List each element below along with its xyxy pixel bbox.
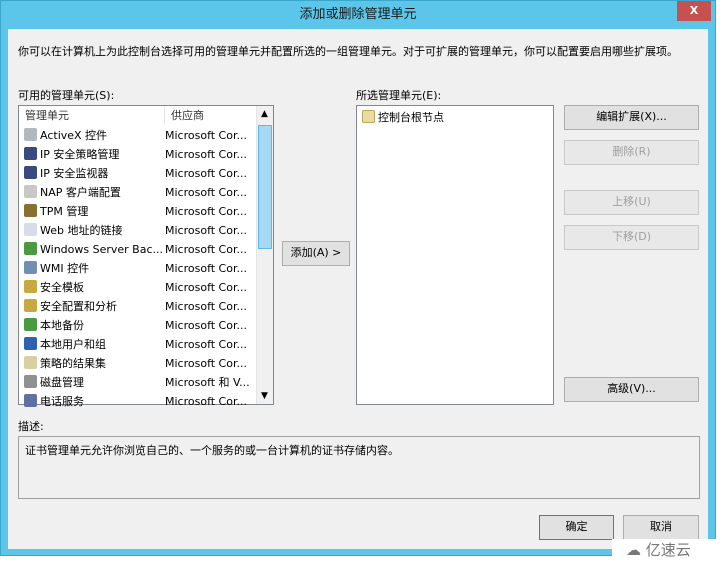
move-down-button[interactable]: 下移(D): [564, 225, 699, 250]
item-vendor: Microsoft Cor...: [165, 224, 247, 237]
item-name: ActiveX 控件: [40, 129, 108, 142]
item-vendor: Microsoft Cor...: [165, 148, 247, 161]
item-name: IP 安全监视器: [40, 167, 109, 180]
rsop-icon: [24, 356, 37, 369]
list-item[interactable]: 本地备份 Microsoft Cor...: [19, 316, 257, 335]
list-item[interactable]: WMI 控件 Microsoft Cor...: [19, 259, 257, 278]
list-item[interactable]: TPM 管理 Microsoft Cor...: [19, 202, 257, 221]
telephony-icon: [24, 394, 37, 407]
item-name: 电话服务: [40, 395, 84, 408]
advanced-button[interactable]: 高级(V)...: [564, 377, 699, 402]
list-item[interactable]: ActiveX 控件 Microsoft Cor...: [19, 126, 257, 145]
item-vendor: Microsoft Cor...: [165, 167, 247, 180]
item-name: 安全模板: [40, 281, 84, 294]
item-name: Web 地址的链接: [40, 224, 123, 237]
ok-button[interactable]: 确定: [539, 515, 614, 540]
activex-icon: [24, 128, 37, 141]
wmi-icon: [24, 261, 37, 274]
list-item[interactable]: 策略的结果集 Microsoft Cor...: [19, 354, 257, 373]
item-vendor: Microsoft Cor...: [165, 357, 247, 370]
close-button[interactable]: X: [677, 1, 711, 21]
web-link-icon: [24, 223, 37, 236]
cancel-button[interactable]: 取消: [623, 515, 699, 540]
local-backup-icon: [24, 318, 37, 331]
intro-text: 你可以在计算机上为此控制台选择可用的管理单元并配置所选的一组管理单元。对于可扩展…: [18, 45, 678, 58]
list-item[interactable]: NAP 客户端配置 Microsoft Cor...: [19, 183, 257, 202]
description-label: 描述:: [18, 420, 44, 433]
scroll-up-icon[interactable]: ▲: [261, 109, 268, 119]
column-header-vendor[interactable]: 供应商: [165, 106, 257, 125]
watermark-logo: ☁ 亿速云: [612, 539, 722, 562]
item-name: 策略的结果集: [40, 357, 106, 370]
item-name: TPM 管理: [40, 205, 89, 218]
dialog-body: 你可以在计算机上为此控制台选择可用的管理单元并配置所选的一组管理单元。对于可扩展…: [8, 29, 708, 549]
item-vendor: Microsoft Cor...: [165, 300, 247, 313]
item-vendor: Microsoft Cor...: [165, 243, 247, 256]
item-vendor: Microsoft 和 V...: [165, 376, 250, 389]
dialog-window: 添加或删除管理单元 X 你可以在计算机上为此控制台选择可用的管理单元并配置所选的…: [0, 0, 716, 556]
list-item[interactable]: 磁盘管理 Microsoft 和 V...: [19, 373, 257, 392]
users-icon: [24, 337, 37, 350]
item-vendor: Microsoft Cor...: [165, 319, 247, 332]
item-vendor: Microsoft Cor...: [165, 262, 247, 275]
cloud-logo-icon: ☁: [626, 541, 646, 559]
list-item[interactable]: Web 地址的链接 Microsoft Cor...: [19, 221, 257, 240]
item-name: 磁盘管理: [40, 376, 84, 389]
ip-security-icon: [24, 147, 37, 160]
item-vendor: Microsoft Cor...: [165, 338, 247, 351]
description-box: 证书管理单元允许你浏览自己的、一个服务的或一台计算机的证书存储内容。: [18, 436, 700, 499]
item-vendor: Microsoft Cor...: [165, 395, 247, 408]
dialog-title: 添加或删除管理单元: [299, 7, 417, 22]
item-name: 控制台根节点: [378, 111, 444, 124]
add-button[interactable]: 添加(A) >: [282, 241, 350, 266]
disk-icon: [24, 375, 37, 388]
available-list[interactable]: 管理单元 供应商 ActiveX 控件 Microsoft Cor... IP 安全…: [18, 105, 274, 408]
selected-list[interactable]: 控制台根节点: [356, 105, 554, 405]
item-vendor: Microsoft Cor...: [165, 205, 247, 218]
backup-icon: [24, 242, 37, 255]
move-up-button[interactable]: 上移(U): [564, 190, 699, 215]
column-header-name[interactable]: 管理单元: [19, 106, 165, 125]
ip-monitor-icon: [24, 166, 37, 179]
item-name: NAP 客户端配置: [40, 186, 121, 199]
available-label: 可用的管理单元(S):: [18, 89, 115, 102]
list-item[interactable]: 安全模板 Microsoft Cor...: [19, 278, 257, 297]
list-item[interactable]: 电话服务 Microsoft Cor...: [19, 392, 257, 411]
list-item[interactable]: 本地用户和组 Microsoft Cor...: [19, 335, 257, 354]
tpm-icon: [24, 204, 37, 217]
edit-extensions-button[interactable]: 编辑扩展(X)...: [564, 105, 699, 130]
remove-button[interactable]: 删除(R): [564, 140, 699, 165]
item-name: IP 安全策略管理: [40, 148, 120, 161]
item-name: WMI 控件: [40, 262, 90, 275]
list-item[interactable]: 控制台根节点: [357, 108, 595, 127]
folder-icon: [362, 110, 375, 123]
item-name: 本地备份: [40, 319, 84, 332]
list-item[interactable]: IP 安全策略管理 Microsoft Cor...: [19, 145, 257, 164]
list-item[interactable]: IP 安全监视器 Microsoft Cor...: [19, 164, 257, 183]
security-analysis-icon: [24, 299, 37, 312]
nap-icon: [24, 185, 37, 198]
scroll-down-icon[interactable]: ▼: [261, 391, 268, 401]
scroll-thumb[interactable]: [258, 125, 272, 249]
selected-label: 所选管理单元(E):: [356, 89, 442, 102]
scrollbar[interactable]: ▲ ▼: [256, 106, 273, 404]
item-name: Windows Server Bac...: [40, 243, 163, 256]
list-item[interactable]: Windows Server Bac... Microsoft Cor...: [19, 240, 257, 259]
list-item[interactable]: 安全配置和分析 Microsoft Cor...: [19, 297, 257, 316]
item-vendor: Microsoft Cor...: [165, 129, 247, 142]
item-name: 安全配置和分析: [40, 300, 117, 313]
security-template-icon: [24, 280, 37, 293]
item-name: 本地用户和组: [40, 338, 106, 351]
item-vendor: Microsoft Cor...: [165, 186, 247, 199]
item-vendor: Microsoft Cor...: [165, 281, 247, 294]
